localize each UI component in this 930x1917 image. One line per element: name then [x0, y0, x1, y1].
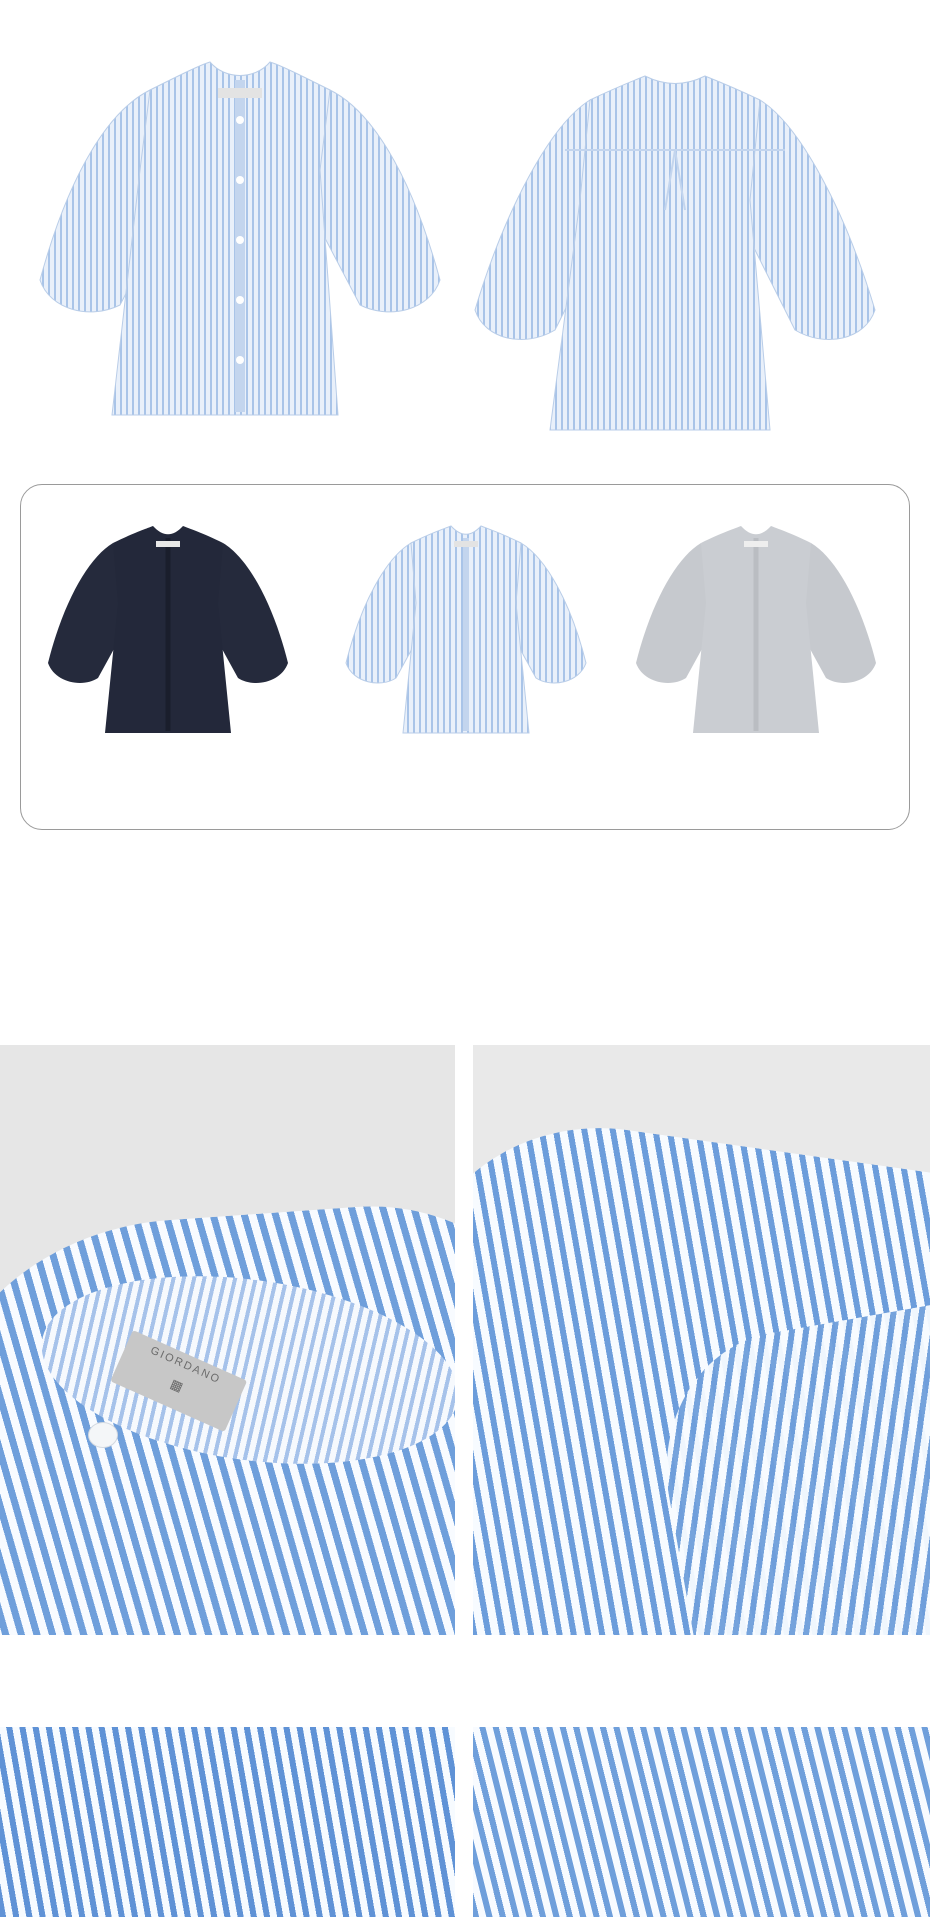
fabric-closeup-right-image [473, 1727, 930, 1917]
collar-closeup-image [0, 1045, 455, 1635]
button-icon [88, 1422, 118, 1448]
swatch-grey-blouse[interactable] [631, 523, 881, 743]
color-swatch-panel [20, 484, 910, 830]
front-blouse-image [39, 61, 441, 416]
shoulder-closeup-image [473, 1045, 930, 1635]
swatch-blue-stripe-blouse[interactable] [341, 523, 591, 743]
swatch-navy-blouse[interactable] [43, 523, 293, 743]
fabric-closeup-left-image [0, 1727, 455, 1917]
back-blouse-image [474, 75, 876, 431]
